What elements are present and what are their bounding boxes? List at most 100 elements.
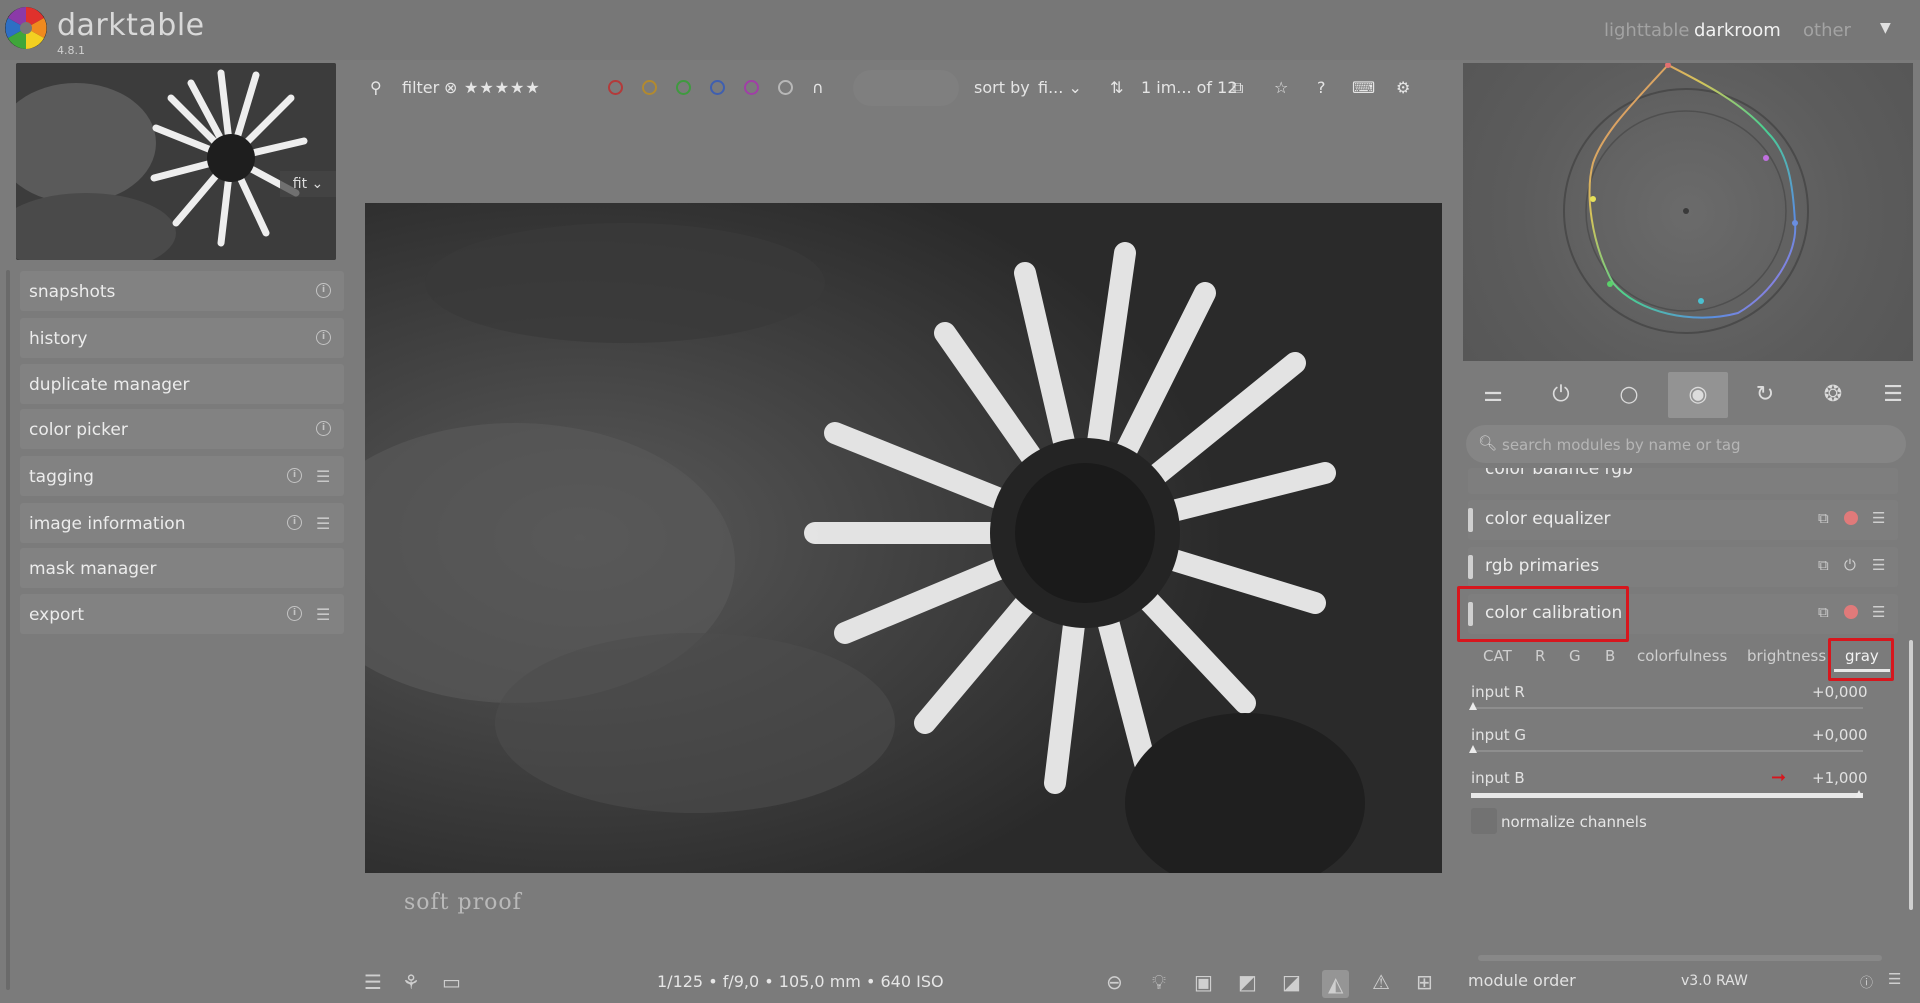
module-mask-manager[interactable]: mask manager: [20, 548, 344, 588]
input-r-slider[interactable]: [1471, 707, 1863, 709]
normalize-channels-checkbox[interactable]: [1471, 808, 1497, 834]
presets-menu-icon[interactable]: ☰: [316, 514, 330, 533]
focus-peaking-icon[interactable]: ⊖: [1106, 970, 1123, 994]
module-history[interactable]: history i: [20, 318, 344, 358]
clipping-icon[interactable]: ◩: [1238, 970, 1257, 994]
views-dropdown-icon[interactable]: ▼: [1880, 20, 1891, 36]
input-r-value[interactable]: +0,000: [1812, 683, 1868, 701]
grouping-icon[interactable]: ⧉: [1232, 78, 1243, 98]
input-b-value[interactable]: +1,000: [1812, 769, 1868, 787]
input-b-slider-marker[interactable]: [1855, 790, 1863, 798]
tab-brightness[interactable]: brightness: [1747, 647, 1826, 665]
tab-r[interactable]: R: [1535, 647, 1545, 665]
effect-modules-icon[interactable]: ❂: [1803, 372, 1863, 418]
second-window-icon[interactable]: ▭: [442, 970, 461, 994]
presets-menu-icon[interactable]: ☰: [1872, 603, 1885, 621]
help-icon[interactable]: ?: [1317, 78, 1326, 97]
module-snapshots[interactable]: snapshots i: [20, 271, 344, 311]
rating-stars[interactable]: ★★★★★: [464, 78, 541, 97]
color-operator-icon[interactable]: ∩: [812, 78, 824, 97]
softproof-icon[interactable]: ◭: [1322, 970, 1350, 998]
right-panel-scrollbar[interactable]: [1909, 640, 1913, 910]
darktable-logo-icon: [5, 7, 47, 49]
color-label-purple-icon[interactable]: [744, 80, 759, 95]
tab-cat[interactable]: CAT: [1483, 647, 1512, 665]
info-icon[interactable]: i: [287, 515, 302, 530]
group-presets-menu-icon[interactable]: ☰: [1863, 372, 1920, 418]
correct-modules-icon[interactable]: ↻: [1735, 372, 1795, 418]
filter-icon[interactable]: ⚲: [370, 78, 382, 97]
info-icon[interactable]: i: [287, 468, 302, 483]
module-label: color balance rgb: [1485, 468, 1633, 479]
quick-panel-icon[interactable]: ⚌: [1463, 372, 1523, 418]
view-lighttable[interactable]: lighttable: [1604, 20, 1689, 41]
quick-access-icon[interactable]: ☰: [364, 970, 382, 994]
input-g-slider-marker[interactable]: [1469, 745, 1477, 753]
base-modules-icon[interactable]: ○: [1599, 372, 1659, 418]
view-other[interactable]: other: [1803, 20, 1851, 41]
gear-icon[interactable]: ⚙: [1396, 78, 1410, 97]
module-rgb-primaries[interactable]: rgb primaries ⧉ ⏻ ☰: [1468, 547, 1898, 587]
color-label-gray-icon[interactable]: [778, 80, 793, 95]
guides-icon[interactable]: ⊞: [1416, 970, 1433, 994]
view-darkroom[interactable]: darkroom: [1694, 20, 1781, 41]
keyboard-icon[interactable]: ⌨: [1352, 78, 1375, 97]
presets-menu-icon[interactable]: ☰: [1888, 970, 1901, 988]
raw-overexposed-icon[interactable]: ▣: [1194, 970, 1213, 994]
power-icon[interactable]: [1844, 511, 1858, 525]
module-duplicate-manager[interactable]: duplicate manager: [20, 364, 344, 404]
sort-order-icon[interactable]: ⇅: [1110, 78, 1123, 97]
multi-instance-icon[interactable]: ⧉: [1818, 556, 1829, 574]
info-icon[interactable]: ⓘ: [1860, 972, 1873, 991]
input-b-slider-fill[interactable]: [1471, 793, 1863, 798]
module-image-information[interactable]: image information i ☰: [20, 503, 344, 543]
module-tagging[interactable]: tagging i ☰: [20, 456, 344, 496]
color-modules-icon[interactable]: ◉: [1668, 372, 1728, 418]
tab-b[interactable]: B: [1605, 647, 1615, 665]
color-label-yellow-icon[interactable]: [642, 80, 657, 95]
module-color-equalizer[interactable]: color equalizer ⧉ ☰: [1468, 500, 1898, 540]
presets-menu-icon[interactable]: ☰: [316, 605, 330, 624]
module-color-picker[interactable]: color picker i: [20, 409, 344, 449]
reject-icon[interactable]: ⊗: [444, 78, 457, 97]
color-assessment-icon[interactable]: 💡︎: [1152, 970, 1166, 994]
module-order-value[interactable]: v3.0 RAW: [1681, 973, 1748, 989]
presets-menu-icon[interactable]: ☰: [1872, 509, 1885, 527]
color-label-green-icon[interactable]: [676, 80, 691, 95]
warning-icon[interactable]: ⚠: [1372, 970, 1390, 994]
collection-search-input[interactable]: [853, 70, 959, 106]
power-icon[interactable]: [1844, 605, 1858, 619]
filter-label[interactable]: filter: [402, 78, 439, 97]
thumbnail-zoom-select[interactable]: fit ⌄: [280, 171, 336, 197]
sort-select[interactable]: fi... ⌄: [1038, 78, 1082, 97]
thumbnail-flower-image: [16, 63, 336, 260]
info-icon[interactable]: i: [316, 283, 331, 298]
info-icon[interactable]: i: [316, 330, 331, 345]
gamut-check-icon[interactable]: ◪: [1282, 970, 1301, 994]
info-icon[interactable]: i: [316, 421, 331, 436]
main-image-canvas[interactable]: [365, 203, 1442, 873]
styles-icon[interactable]: ⚘: [402, 970, 420, 994]
multi-instance-icon[interactable]: ⧉: [1818, 509, 1829, 527]
module-color-balance-rgb[interactable]: color balance rgb: [1468, 468, 1898, 494]
tab-g[interactable]: G: [1569, 647, 1581, 665]
input-g-value[interactable]: +0,000: [1812, 726, 1868, 744]
info-icon[interactable]: i: [287, 606, 302, 621]
multi-instance-icon[interactable]: ⧉: [1818, 603, 1829, 621]
tab-colorfulness[interactable]: colorfulness: [1637, 647, 1727, 665]
presets-menu-icon[interactable]: ☰: [1872, 556, 1885, 574]
color-label-red-icon[interactable]: [608, 80, 623, 95]
input-g-slider[interactable]: [1471, 750, 1863, 752]
input-r-slider-marker[interactable]: [1469, 702, 1477, 710]
star-icon[interactable]: ☆: [1274, 78, 1288, 97]
module-enabled-bar: [1468, 508, 1473, 532]
active-modules-icon[interactable]: ⏻: [1531, 372, 1591, 418]
vectorscope[interactable]: [1463, 62, 1913, 361]
module-export[interactable]: export i ☰: [20, 594, 344, 634]
left-panel-scrollbar[interactable]: [6, 270, 10, 990]
module-label: tagging: [29, 467, 94, 487]
color-label-blue-icon[interactable]: [710, 80, 725, 95]
navigation-thumbnail[interactable]: [16, 63, 336, 260]
presets-menu-icon[interactable]: ☰: [316, 467, 330, 486]
power-icon[interactable]: ⏻: [1844, 556, 1856, 574]
